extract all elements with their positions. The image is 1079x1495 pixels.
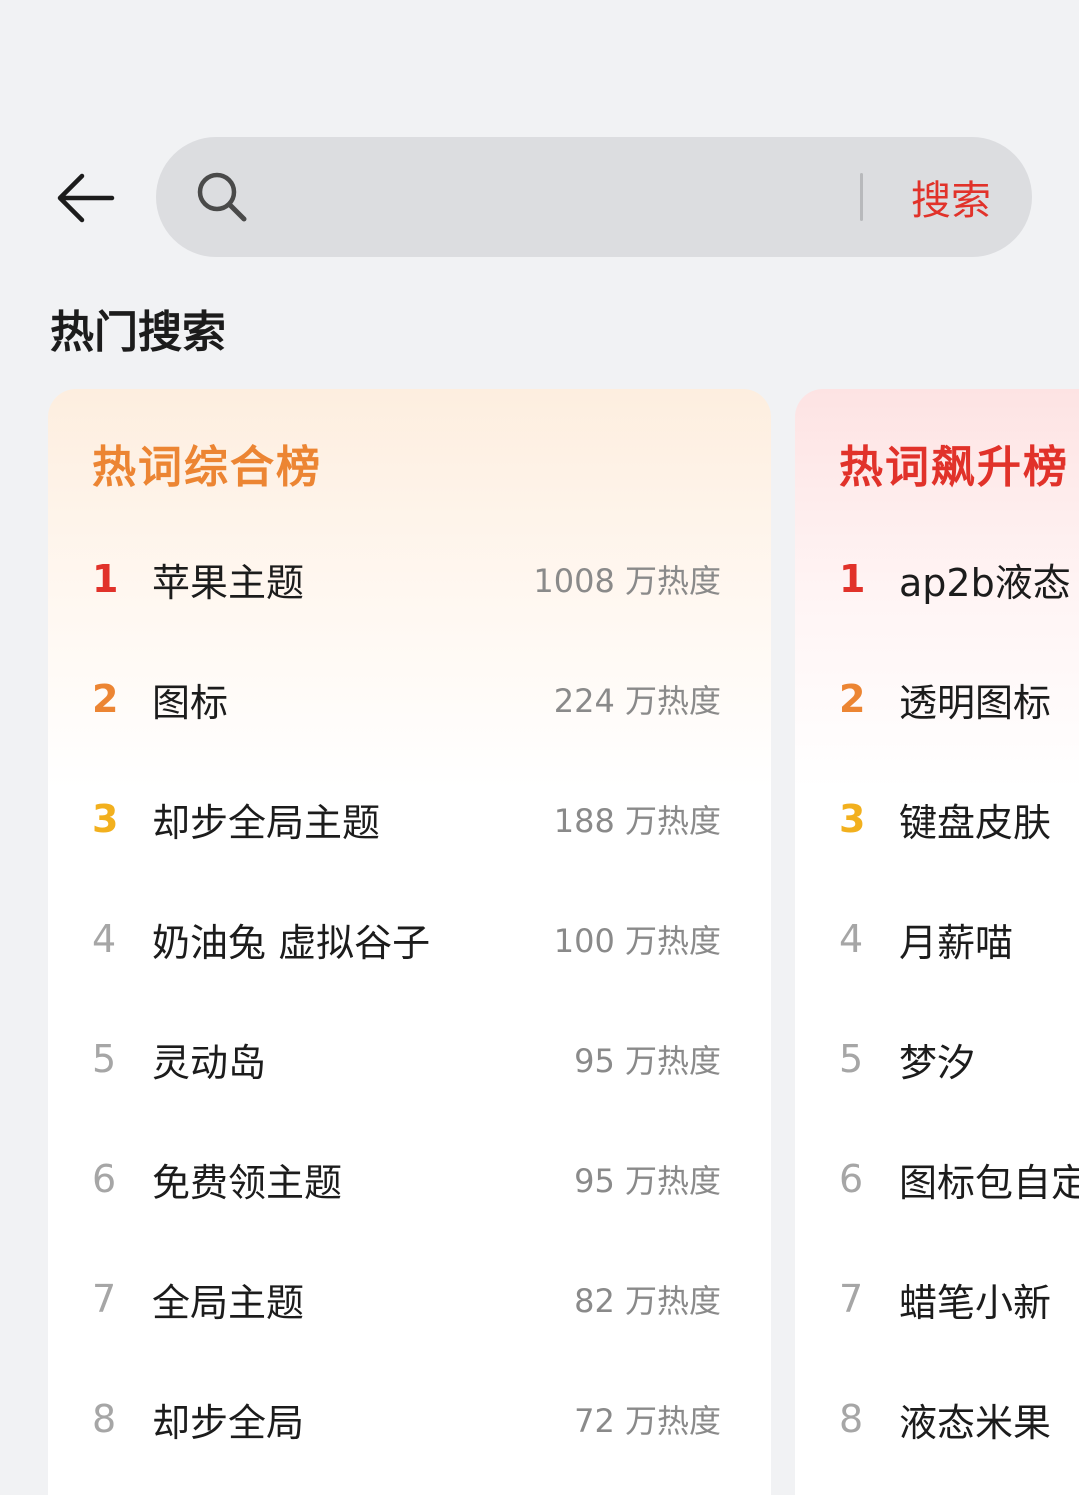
section-title: 热门搜索 <box>50 307 226 358</box>
search-bar: 搜索 <box>156 137 1032 257</box>
rank-row[interactable]: 7 蜡笔小新 <box>795 1239 1079 1359</box>
rank-heat: 95 万热度 <box>574 1042 721 1080</box>
search-icon <box>197 172 247 222</box>
rank-heat: 82 万热度 <box>574 1282 721 1320</box>
rank-number: 2 <box>92 677 119 721</box>
rank-heat: 95 万热度 <box>574 1162 721 1200</box>
rank-number: 2 <box>839 677 866 721</box>
rank-term: 却步全局 <box>152 1400 305 1445</box>
hot-words-overall-board: 热词综合榜 1 苹果主题 1008 万热度 2 图标 224 万热度 3 却步全… <box>48 389 771 1495</box>
rank-row[interactable]: 8 液态米果 <box>795 1359 1079 1479</box>
rank-term: 却步全局主题 <box>152 800 381 845</box>
search-button[interactable]: 搜索 <box>896 163 1006 231</box>
rank-number: 3 <box>839 797 866 841</box>
rank-term: 蜡笔小新 <box>899 1280 1052 1325</box>
rank-row[interactable]: 4 月薪喵 <box>795 879 1079 999</box>
search-divider <box>860 173 863 221</box>
rank-term: ap2b液态 <box>899 560 1071 605</box>
search-input[interactable] <box>266 157 846 237</box>
rank-number: 6 <box>92 1157 117 1201</box>
rank-term: 液态米果 <box>899 1400 1052 1445</box>
board-title[interactable]: 热词综合榜 <box>92 431 322 495</box>
rank-heat: 188 万热度 <box>553 802 721 840</box>
rank-heat: 1008 万热度 <box>533 562 721 600</box>
rank-heat: 72 万热度 <box>574 1402 721 1440</box>
rank-number: 1 <box>839 557 866 601</box>
rank-number: 1 <box>92 557 119 601</box>
rank-term: 苹果主题 <box>152 560 305 605</box>
rank-number: 5 <box>839 1037 864 1081</box>
rank-number: 4 <box>92 917 117 961</box>
rank-term: 透明图标 <box>899 680 1052 725</box>
rank-term: 图标 <box>152 680 229 725</box>
rank-term: 全局主题 <box>152 1280 305 1325</box>
rank-number: 6 <box>839 1157 864 1201</box>
back-button[interactable] <box>44 160 124 236</box>
rank-list: 1 苹果主题 1008 万热度 2 图标 224 万热度 3 却步全局主题 18… <box>48 519 771 1479</box>
hot-words-rising-board: 热词飙升榜 1 ap2b液态 2 透明图标 3 键盘皮肤 4 月薪喵 5 梦汐 <box>795 389 1079 1495</box>
rank-number: 3 <box>92 797 119 841</box>
rank-row[interactable]: 7 全局主题 82 万热度 <box>48 1239 771 1359</box>
rank-row[interactable]: 2 图标 224 万热度 <box>48 639 771 759</box>
rank-term: 月薪喵 <box>899 920 1014 965</box>
rank-term: 梦汐 <box>899 1040 976 1085</box>
rank-term: 奶油兔 虚拟谷子 <box>152 920 431 965</box>
board-title[interactable]: 热词飙升榜 <box>839 431 1069 495</box>
rank-list: 1 ap2b液态 2 透明图标 3 键盘皮肤 4 月薪喵 5 梦汐 6 图标包自… <box>795 519 1079 1479</box>
rank-term: 图标包自定 <box>899 1160 1079 1205</box>
rank-heat: 100 万热度 <box>553 922 721 960</box>
rank-number: 8 <box>839 1397 864 1441</box>
rank-term: 免费领主题 <box>152 1160 343 1205</box>
hot-search-page: 搜索 热门搜索 热词综合榜 1 苹果主题 1008 万热度 2 图标 224 万… <box>0 0 1079 1495</box>
rank-row[interactable]: 5 灵动岛 95 万热度 <box>48 999 771 1119</box>
rank-row[interactable]: 6 图标包自定 <box>795 1119 1079 1239</box>
arrow-left-icon <box>57 173 115 223</box>
rank-number: 5 <box>92 1037 117 1081</box>
rank-number: 7 <box>92 1277 117 1321</box>
rank-number: 7 <box>839 1277 864 1321</box>
rank-row[interactable]: 1 ap2b液态 <box>795 519 1079 639</box>
rank-row[interactable]: 6 免费领主题 95 万热度 <box>48 1119 771 1239</box>
rank-row[interactable]: 5 梦汐 <box>795 999 1079 1119</box>
rank-row[interactable]: 2 透明图标 <box>795 639 1079 759</box>
rank-number: 8 <box>92 1397 117 1441</box>
rank-row[interactable]: 4 奶油兔 虚拟谷子 100 万热度 <box>48 879 771 999</box>
rank-row[interactable]: 1 苹果主题 1008 万热度 <box>48 519 771 639</box>
rank-term: 键盘皮肤 <box>899 800 1052 845</box>
rank-row[interactable]: 3 键盘皮肤 <box>795 759 1079 879</box>
rank-row[interactable]: 3 却步全局主题 188 万热度 <box>48 759 771 879</box>
rank-heat: 224 万热度 <box>553 682 721 720</box>
rank-row[interactable]: 8 却步全局 72 万热度 <box>48 1359 771 1479</box>
rank-term: 灵动岛 <box>152 1040 267 1085</box>
rank-number: 4 <box>839 917 864 961</box>
